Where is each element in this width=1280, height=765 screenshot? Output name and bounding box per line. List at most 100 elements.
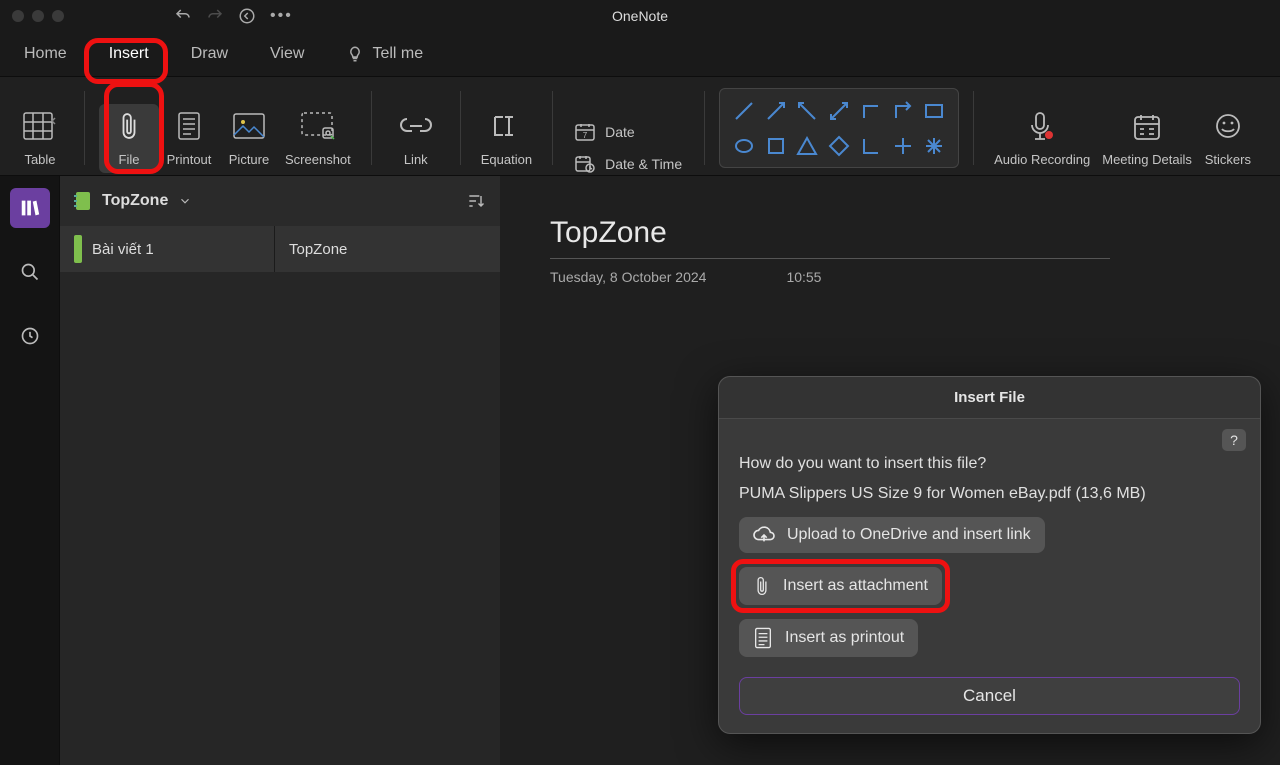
insert-equation-button[interactable]: Equation [475,104,538,173]
page-label: TopZone [289,241,347,258]
insert-printout-button-dialog[interactable]: Insert as printout [739,619,918,657]
shape-line-icon[interactable] [733,100,755,122]
insert-attachment-label: Insert as attachment [783,577,928,595]
page-date: Tuesday, 8 October 2024 [550,269,706,285]
redo-icon[interactable] [206,7,224,25]
chevron-down-icon [178,194,192,208]
rail-search[interactable] [10,252,50,292]
ribbon-insert: Table File Printout Picture Screen [0,76,1280,176]
shapes-palette[interactable] [719,88,959,168]
window-controls[interactable] [12,10,64,22]
maximize-window-icon[interactable] [52,10,64,22]
link-icon [399,108,433,144]
insert-table-label: Table [24,152,55,167]
ribbon-tabs: Home Insert Draw View Tell me [0,32,1280,76]
shape-arrow2-icon[interactable] [796,100,818,122]
back-icon[interactable] [238,7,256,25]
insert-file-label: File [119,152,140,167]
left-rail [0,176,60,765]
tell-me-label: Tell me [372,45,423,63]
shape-triangle-icon[interactable] [796,135,818,157]
sort-icon[interactable] [466,191,486,211]
shape-double-arrow-icon[interactable] [828,100,850,122]
books-icon [19,197,41,219]
page-title-input[interactable] [550,216,1110,259]
svg-text:7: 7 [583,131,588,140]
insert-picture-button[interactable]: Picture [219,104,279,173]
more-icon[interactable]: ••• [270,7,293,25]
dialog-cancel-button[interactable]: Cancel [739,677,1240,715]
shape-elbow-arrow-icon[interactable] [892,100,914,122]
dialog-help-button[interactable]: ? [1222,429,1246,451]
shape-ellipse-icon[interactable] [733,135,755,157]
tab-view[interactable]: View [260,39,314,69]
insert-screenshot-button[interactable]: Screenshot [279,104,357,173]
notebook-icon [74,191,92,211]
upload-onedrive-button[interactable]: Upload to OneDrive and insert link [739,517,1045,553]
insert-printout-button[interactable]: Printout [159,104,219,173]
rail-recent[interactable] [10,316,50,356]
navigation-sidebar: TopZone Bài viết 1 TopZone [60,176,500,765]
insert-link-label: Link [404,152,428,167]
shape-arrow-icon[interactable] [765,100,787,122]
printout-icon [176,108,202,144]
dialog-question: How do you want to insert this file? [739,435,1240,473]
insert-printout-dialog-label: Insert as printout [785,629,904,647]
notebook-picker[interactable]: TopZone [60,176,500,226]
shape-elbow-icon[interactable] [860,100,882,122]
tell-me[interactable]: Tell me [336,39,433,69]
meeting-details-button[interactable]: Meeting Details [1096,105,1198,173]
shape-axis-icon[interactable] [860,135,882,157]
calendar-clock-icon [575,155,595,173]
insert-date-label: Date [605,124,635,140]
page-time: 10:55 [786,269,821,285]
undo-icon[interactable] [174,7,192,25]
titlebar: ••• OneNote [0,0,1280,32]
shape-square-icon[interactable] [765,135,787,157]
section-color-tab [74,235,82,263]
insert-attachment-button[interactable]: Insert as attachment [739,567,942,605]
insert-table-button[interactable]: Table [10,104,70,173]
tab-draw[interactable]: Draw [181,39,238,69]
insert-equation-label: Equation [481,152,532,167]
mic-icon [1027,109,1057,145]
insert-date-button[interactable]: 7 Date [575,123,682,141]
audio-recording-button[interactable]: Audio Recording [988,105,1096,173]
clock-icon [20,326,40,346]
sticker-icon [1214,108,1242,144]
insert-printout-label: Printout [167,152,212,167]
section-item[interactable]: Bài viết 1 [60,226,274,272]
shape-cross-icon[interactable] [892,135,914,157]
calendar-details-icon [1133,109,1161,145]
insert-datetime-button[interactable]: Date & Time [575,155,682,173]
insert-link-button[interactable]: Link [386,104,446,173]
insert-file-dialog: Insert File ? How do you want to insert … [718,376,1261,734]
page-item[interactable]: TopZone [275,226,500,272]
section-label: Bài viết 1 [92,241,154,258]
lightbulb-icon [346,45,364,63]
shape-star-icon[interactable] [923,135,945,157]
minimize-window-icon[interactable] [32,10,44,22]
printout-icon [753,627,773,649]
audio-recording-label: Audio Recording [994,153,1090,167]
paperclip-icon [753,575,771,597]
shape-rect-icon[interactable] [923,100,945,122]
insert-datetime-label: Date & Time [605,156,682,172]
calendar-icon: 7 [575,123,595,141]
app-title: OneNote [612,8,668,24]
picture-icon [233,108,265,144]
insert-file-button[interactable]: File [99,104,159,173]
table-icon [23,108,57,144]
equation-icon [491,108,521,144]
insert-picture-label: Picture [229,152,269,167]
tab-home[interactable]: Home [14,39,77,69]
close-window-icon[interactable] [12,10,24,22]
notebook-name-label: TopZone [102,192,168,210]
tab-insert[interactable]: Insert [99,39,159,69]
screenshot-icon [301,108,335,144]
dialog-filename: PUMA Slippers US Size 9 for Women eBay.p… [739,485,1240,503]
rail-notebooks[interactable] [10,188,50,228]
stickers-button[interactable]: Stickers [1198,104,1258,173]
shape-diamond-icon[interactable] [828,135,850,157]
stickers-label: Stickers [1205,152,1251,167]
